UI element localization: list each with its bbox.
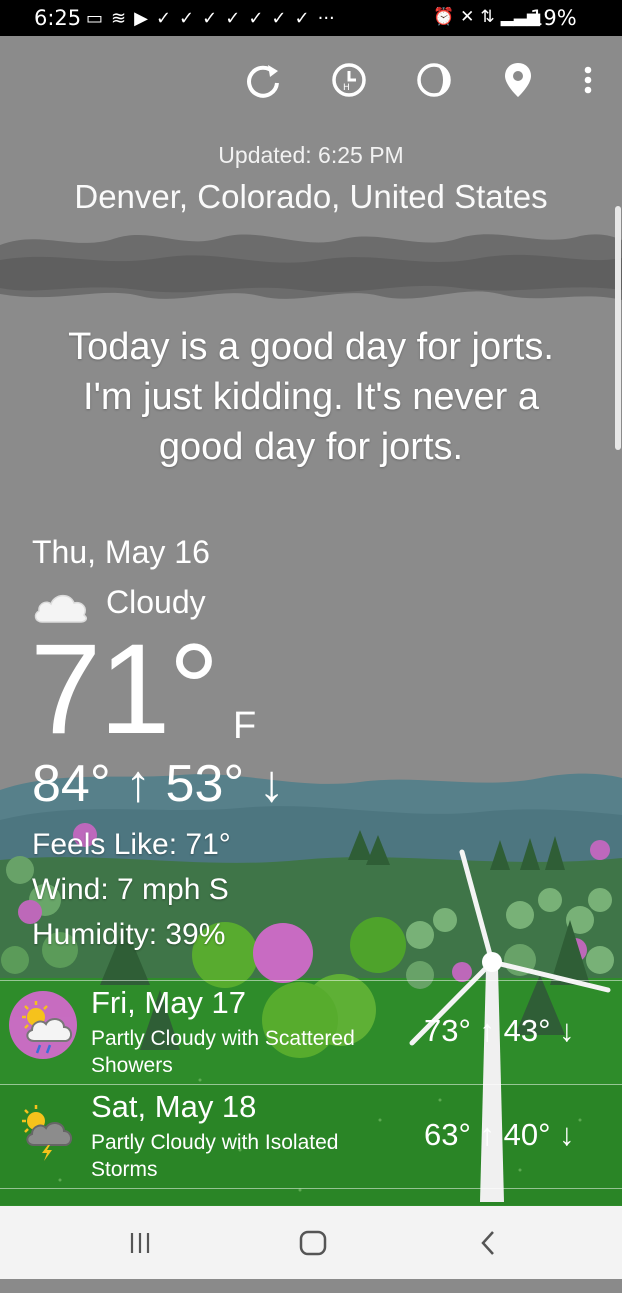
refresh-icon[interactable]	[241, 58, 285, 102]
message-icon: ▭	[86, 8, 104, 29]
current-condition: Cloudy	[106, 584, 206, 620]
forecast-temps: 63° ↑ 40° ↓	[424, 1117, 575, 1152]
forecast-description: Partly Cloudy with Scattered Showers	[91, 1027, 355, 1077]
quip-line: Today is a good day for jorts.	[68, 326, 554, 368]
check-icon: ✓	[202, 8, 218, 29]
recents-button[interactable]	[120, 1226, 160, 1260]
notification-icons: ▭ ≋ ▶ ✓ ✓ ✓ ✓ ✓ ✓ ✓ ···	[86, 8, 335, 29]
status-time: 6:25	[34, 6, 82, 30]
system-icons: ⏰ ✕ ⇅ ▂▃▅	[433, 7, 540, 27]
humidity: Humidity: 39%	[32, 918, 226, 951]
check-icon: ✓	[271, 8, 287, 29]
home-button[interactable]	[293, 1226, 333, 1260]
theme-icon[interactable]	[412, 58, 456, 102]
wind: Wind: 7 mph S	[32, 873, 229, 906]
system-navigation-bar	[0, 1206, 622, 1279]
partly-cloudy-storms-icon	[14, 1101, 78, 1165]
high-low-temperature: 84° ↑ 53° ↓	[32, 755, 285, 813]
youtube-icon: ▶	[134, 8, 148, 29]
wifi-call-icon: ≋	[111, 8, 127, 29]
check-icon: ✓	[179, 8, 195, 29]
feels-like: Feels Like: 71°	[32, 828, 231, 861]
alarm-icon: ⏰	[433, 7, 455, 27]
scrollbar[interactable]	[615, 206, 621, 450]
check-icon: ✓	[225, 8, 241, 29]
app-toolbar: H	[0, 58, 622, 102]
forecast-row[interactable]: Sat, May 18 Partly Cloudy with Isolated …	[0, 1084, 622, 1189]
forecast-description: Partly Cloudy with Isolated Storms	[91, 1131, 339, 1181]
location-pin-icon[interactable]	[496, 58, 540, 102]
partly-cloudy-showers-icon	[14, 997, 78, 1061]
forecast-temps: 73° ↑ 43° ↓	[424, 1013, 575, 1048]
check-icon: ✓	[294, 8, 310, 29]
status-bar: 6:25 ▭ ≋ ▶ ✓ ✓ ✓ ✓ ✓ ✓ ✓ ··· ⏰ ✕ ⇅ ▂▃▅ 1…	[0, 0, 622, 36]
overflow-menu-icon[interactable]	[566, 58, 610, 102]
quip-line: good day for jorts.	[158, 426, 464, 468]
more-icon: ···	[317, 8, 335, 29]
svg-text:H: H	[343, 83, 350, 93]
weather-quip: Today is a good day for jorts. I'm just …	[20, 322, 602, 472]
check-icon: ✓	[155, 8, 172, 29]
forecast-row[interactable]: Fri, May 17 Partly Cloudy with Scattered…	[0, 980, 622, 1085]
battery-percent: 19%	[530, 6, 577, 30]
back-button[interactable]	[468, 1226, 508, 1260]
current-date: Thu, May 16	[32, 534, 210, 570]
check-icon: ✓	[248, 8, 264, 29]
location-title[interactable]: Denver, Colorado, United States	[0, 178, 622, 216]
current-temperature: 71°	[30, 618, 220, 761]
forecast-day: Sat, May 18	[91, 1089, 257, 1124]
temperature-unit: F	[233, 705, 257, 747]
history-icon[interactable]: H	[327, 58, 371, 102]
lte-icon: ⇅	[480, 7, 495, 27]
forecast-day: Fri, May 17	[91, 985, 247, 1020]
mute-icon: ✕	[460, 7, 475, 27]
quip-line: I'm just kidding. It's never a	[83, 376, 539, 418]
updated-time: Updated: 6:25 PM	[218, 142, 404, 168]
